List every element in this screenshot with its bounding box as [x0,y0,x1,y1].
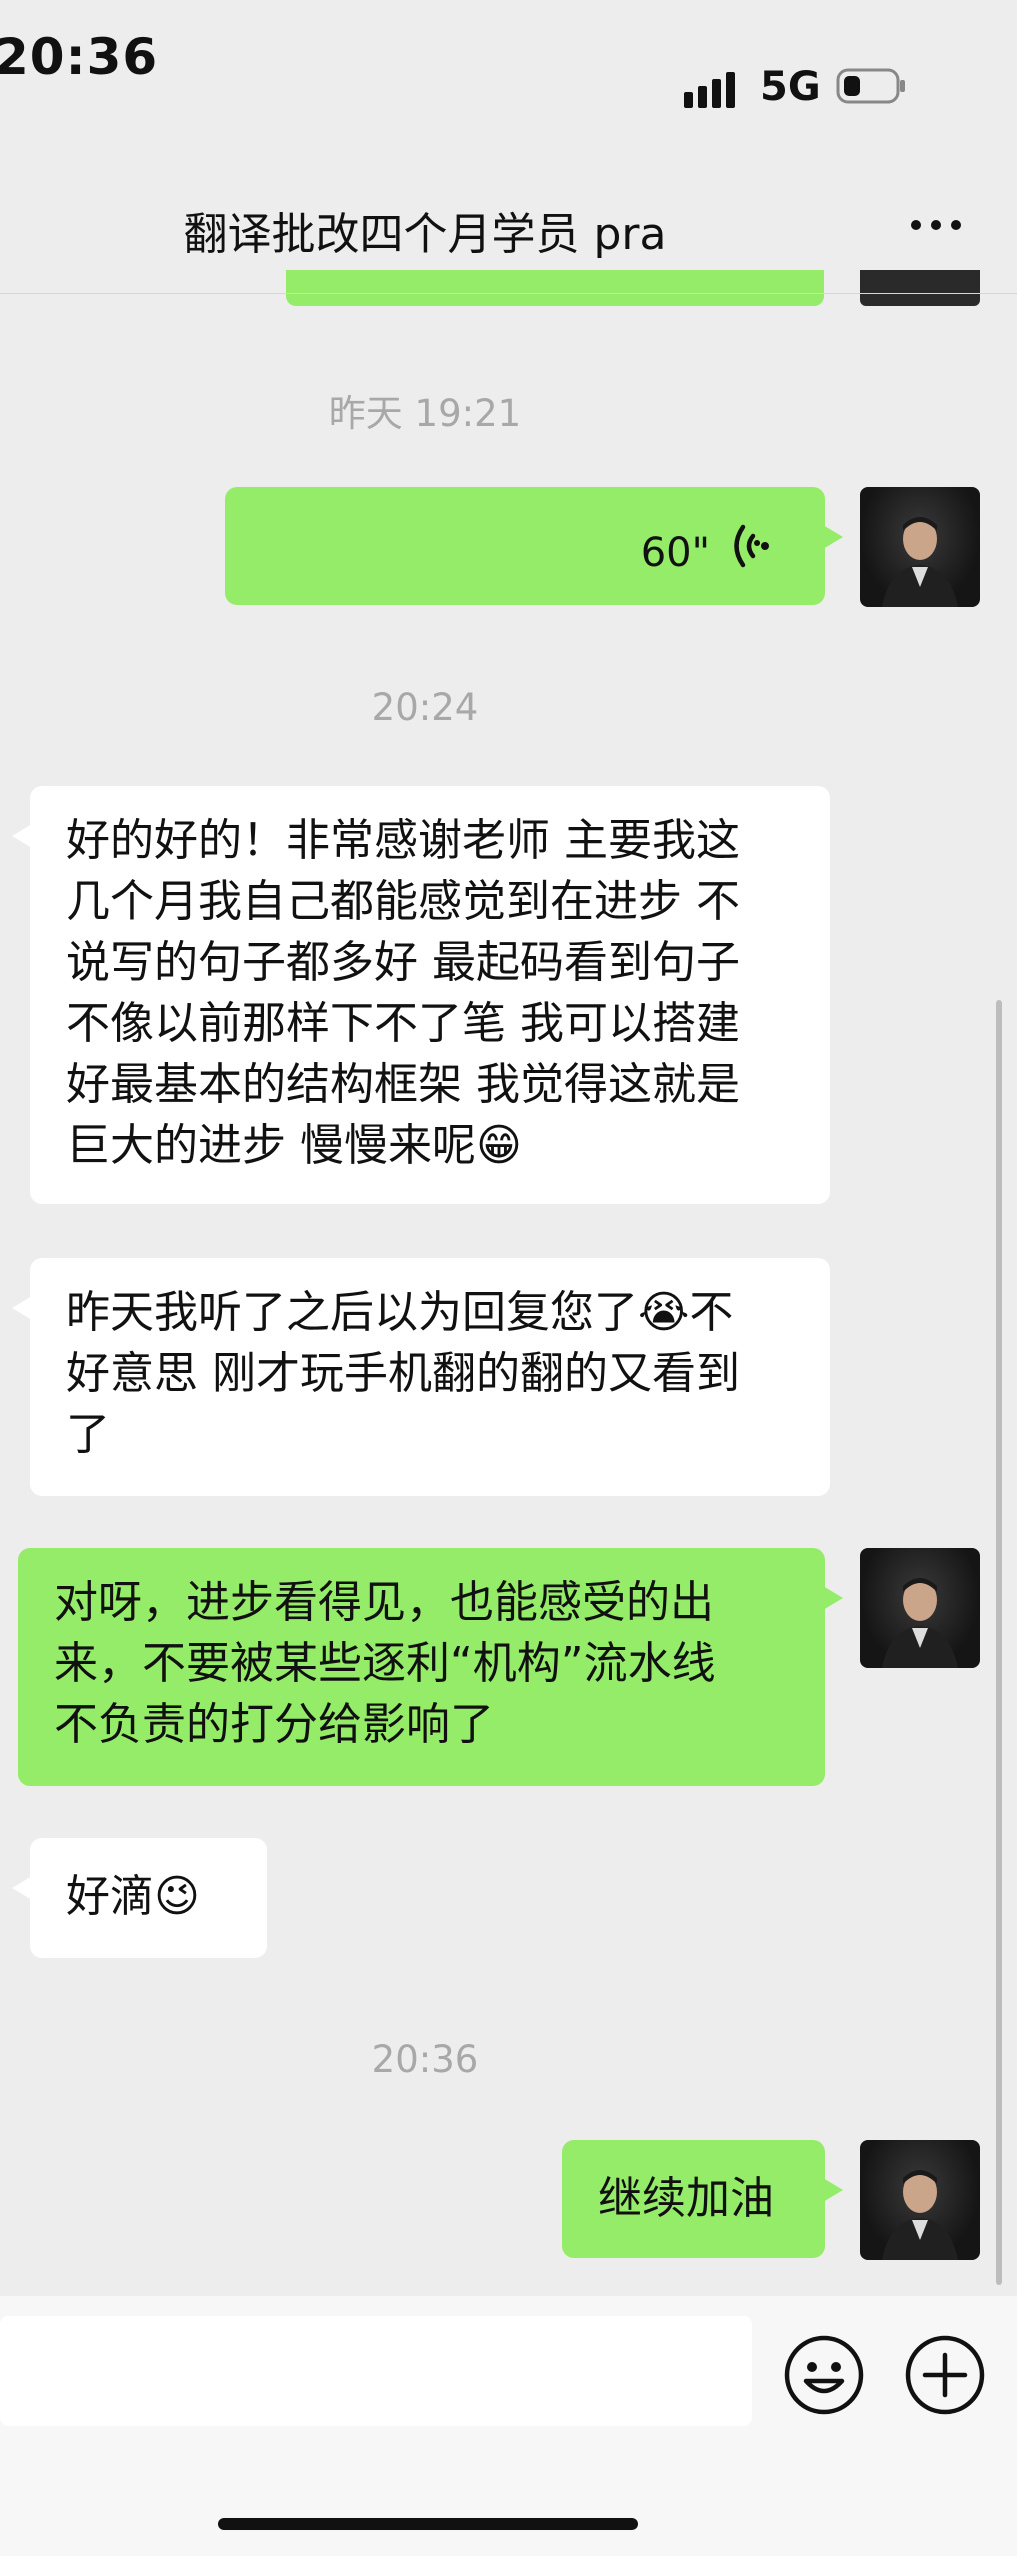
avatar-photo [882,1578,958,1668]
home-indicator[interactable] [218,2518,638,2530]
avatar-photo [882,2170,958,2260]
signal-bars-icon [684,72,735,108]
voice-message-bubble[interactable]: 60" [225,487,843,605]
voice-wave-icon [734,524,769,568]
emoji-icon[interactable] [782,2333,866,2417]
header-divider [0,293,1017,294]
network-type: 5G [760,64,821,110]
timestamp: 20:24 [371,686,479,729]
message-bubble[interactable]: 昨天我听了之后以为回复您了😭不 好意思 刚才玩手机翻的翻的又看到 了 [12,1258,830,1496]
avatar[interactable] [860,270,980,306]
message-input[interactable] [0,2316,752,2426]
more-dots-icon[interactable] [908,205,964,245]
voice-duration: 60" [640,530,710,576]
timestamp: 20:36 [371,2038,479,2081]
message-text: 好滴😉 [66,1871,200,1922]
previous-message-bubble[interactable] [286,270,824,306]
message-text: 继续加油 [598,2173,774,2224]
status-time: 20:36 [0,28,159,86]
message-bubble[interactable]: 继续加油 [562,2140,843,2258]
message-bubble[interactable]: 对呀，进步看得见，也能感受的出 来，不要被某些逐利“机构”流水线 不负责的打分给… [18,1548,843,1786]
message-text: 好的好的！非常感谢老师 主要我这 几个月我自己都能感觉到在进步 不 说写的句子都… [66,815,740,1171]
avatar-photo [882,517,958,607]
message-text: 昨天我听了之后以为回复您了😭不 好意思 刚才玩手机翻的翻的又看到 了 [66,1287,740,1460]
plus-icon[interactable] [903,2333,987,2417]
scrollbar[interactable] [996,1000,1002,2285]
message-bubble[interactable]: 好滴😉 [12,1838,267,1958]
my-avatar[interactable] [860,487,980,607]
battery-icon [836,68,905,104]
message-bubble[interactable]: 好的好的！非常感谢老师 主要我这 几个月我自己都能感觉到在进步 不 说写的句子都… [12,786,830,1204]
chat-title: 翻译批改四个月学员 pra [183,209,667,260]
my-avatar[interactable] [860,2140,980,2260]
my-avatar[interactable] [860,1548,980,1668]
timestamp: 昨天 19:21 [328,392,522,435]
message-text: 对呀，进步看得见，也能感受的出 来，不要被某些逐利“机构”流水线 不负责的打分给… [54,1577,716,1750]
